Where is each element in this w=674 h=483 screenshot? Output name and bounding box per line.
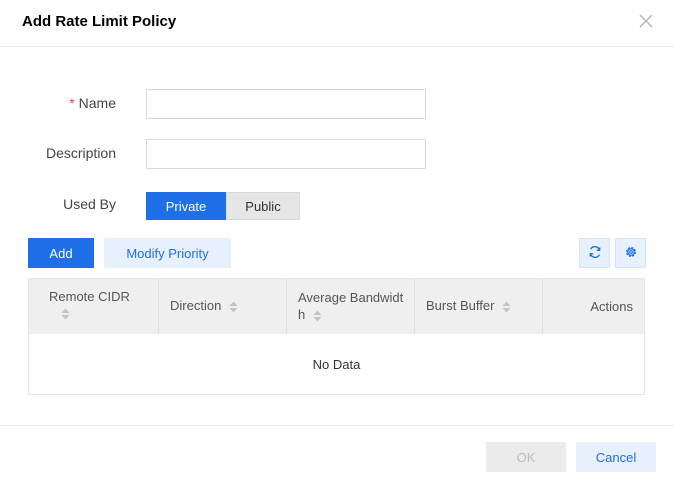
column-header-remote-cidr[interactable]: Remote CIDR (49, 279, 161, 334)
sort-icon[interactable] (313, 310, 322, 322)
description-row: Description (0, 139, 674, 169)
dialog-title: Add Rate Limit Policy (22, 13, 177, 30)
column-divider (414, 279, 415, 334)
cancel-button[interactable]: Cancel (576, 442, 656, 472)
column-divider (158, 279, 159, 334)
close-icon[interactable] (637, 12, 655, 30)
required-mark: * (69, 95, 75, 111)
name-row: * Name (0, 89, 674, 119)
settings-button[interactable] (615, 238, 646, 268)
column-header-burst-buffer[interactable]: Burst Buffer (426, 279, 541, 334)
used-by-row: Used By Private Public (0, 192, 674, 222)
column-header-average-bandwidth[interactable]: Average Bandwidth (298, 279, 410, 334)
used-by-public-option[interactable]: Public (226, 192, 300, 220)
empty-state: No Data (312, 356, 361, 372)
dialog-header: Add Rate Limit Policy (0, 0, 674, 47)
used-by-label: Used By (63, 196, 116, 212)
column-label: Burst Buffer (426, 298, 495, 313)
rate-limit-rules-table: Remote CIDR Direction Average Bandwidth … (28, 278, 645, 395)
sort-icon[interactable] (61, 308, 70, 320)
column-label: Actions (590, 299, 633, 314)
column-header-direction[interactable]: Direction (170, 279, 288, 334)
table-header: Remote CIDR Direction Average Bandwidth … (29, 279, 644, 334)
name-input[interactable] (146, 89, 426, 119)
description-label: Description (45, 145, 116, 161)
column-label: Direction (170, 298, 222, 313)
used-by-toggle: Private Public (146, 192, 300, 220)
modify-priority-button[interactable]: Modify Priority (104, 238, 231, 268)
column-header-actions: Actions (543, 279, 633, 334)
ok-button[interactable]: OK (486, 442, 566, 472)
sort-icon[interactable] (229, 301, 238, 313)
sort-icon[interactable] (502, 301, 511, 313)
refresh-icon (588, 245, 602, 262)
used-by-private-option[interactable]: Private (146, 192, 226, 220)
dialog-footer: OK Cancel (0, 425, 674, 483)
gear-icon (624, 245, 638, 262)
column-label: Remote CIDR (49, 289, 130, 304)
column-divider (286, 279, 287, 334)
add-rate-limit-policy-dialog: Add Rate Limit Policy * Name Description … (0, 0, 674, 483)
refresh-button[interactable] (579, 238, 610, 268)
add-button[interactable]: Add (28, 238, 94, 268)
description-input[interactable] (146, 139, 426, 169)
name-label: * Name (69, 95, 116, 111)
